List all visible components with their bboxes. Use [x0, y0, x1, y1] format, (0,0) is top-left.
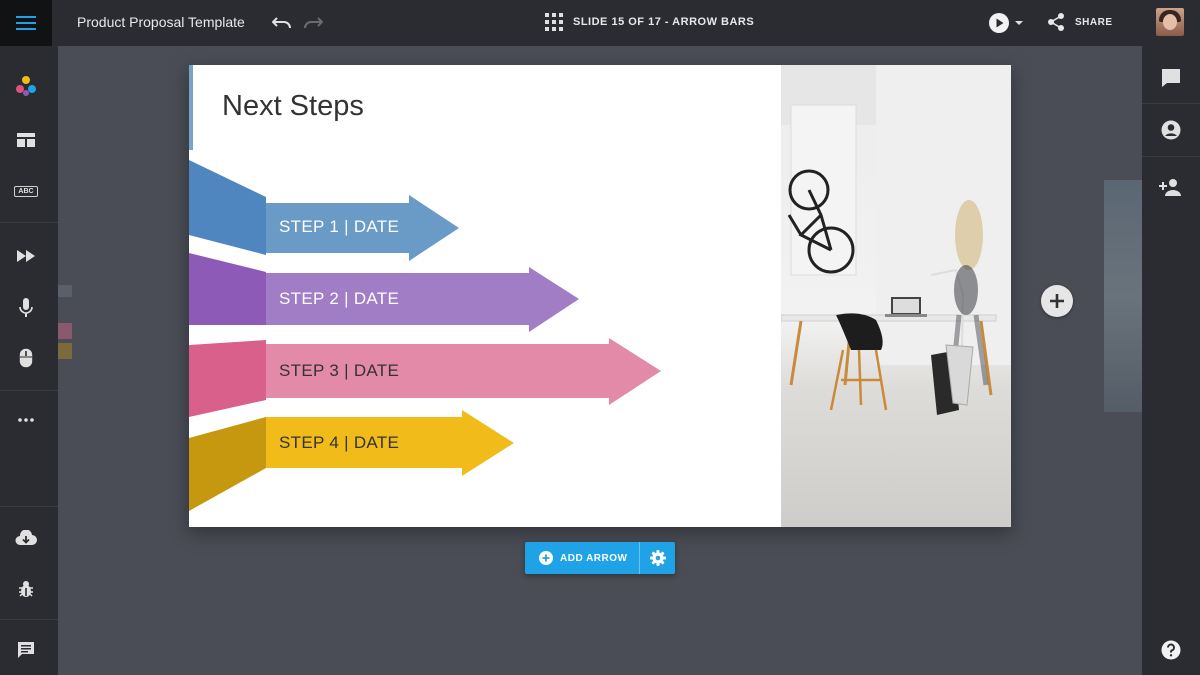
previous-slide-thumbnail[interactable] [58, 285, 72, 365]
undo-button[interactable] [271, 12, 293, 34]
text-button[interactable]: ABC [0, 171, 52, 211]
help-button[interactable] [1142, 624, 1200, 675]
right-sidebar [1142, 46, 1200, 675]
add-circle-icon [539, 551, 553, 565]
sidebar-divider [0, 506, 58, 507]
redo-icon [304, 17, 323, 29]
slide-canvas[interactable]: Next Steps STEP 1 | DATE STEP 2 | DATE S… [189, 65, 1011, 527]
play-icon [989, 13, 1009, 33]
help-icon [1161, 640, 1181, 660]
voice-button[interactable] [0, 288, 52, 328]
arrow-3-tail [189, 340, 266, 417]
redo-button[interactable] [302, 12, 324, 34]
chevron-down-icon [1015, 21, 1023, 25]
download-icon [15, 530, 37, 545]
bug-icon [19, 581, 33, 597]
settings-button[interactable] [639, 542, 675, 574]
top-bar: Product Proposal Template SLIDE 15 OF 17… [0, 0, 1200, 46]
menu-icon [16, 16, 36, 30]
undo-icon [272, 17, 291, 29]
more-button[interactable] [0, 400, 52, 440]
microphone-icon [19, 298, 33, 317]
next-slide-thumbnail[interactable] [1104, 180, 1142, 412]
user-avatar[interactable] [1156, 8, 1184, 36]
account-button[interactable] [1142, 104, 1200, 156]
arrow-bars-graphic [189, 160, 661, 511]
arrow-4-tail [189, 417, 266, 511]
add-arrow-label: ADD ARROW [560, 552, 628, 564]
arrow-2-label[interactable]: STEP 2 | DATE [279, 289, 399, 309]
arrow-4-label[interactable]: STEP 4 | DATE [279, 433, 399, 453]
sidebar-divider [1142, 156, 1200, 157]
plus-icon [1050, 294, 1064, 308]
text-icon: ABC [14, 185, 38, 197]
sidebar-divider [0, 619, 58, 620]
report-bug-button[interactable] [0, 569, 52, 609]
share-label: SHARE [1075, 16, 1113, 28]
theme-button[interactable] [0, 66, 52, 106]
arrow-1-label[interactable]: STEP 1 | DATE [279, 217, 399, 237]
palette-icon [16, 76, 36, 96]
add-user-icon [1159, 179, 1181, 196]
animation-button[interactable] [0, 236, 52, 276]
arrow-3-label[interactable]: STEP 3 | DATE [279, 361, 399, 381]
download-button[interactable] [0, 518, 52, 558]
interaction-button[interactable] [0, 338, 52, 378]
left-sidebar: ABC [0, 46, 58, 675]
slide-title[interactable]: Next Steps [222, 90, 364, 123]
comments-button[interactable] [1142, 52, 1200, 104]
arrow-1-tail [189, 160, 266, 255]
arrow-2-tail [189, 253, 266, 325]
layout-button[interactable] [0, 120, 52, 160]
office-photo-illustration [781, 65, 1011, 415]
share-icon [1048, 13, 1064, 31]
menu-button[interactable] [0, 0, 52, 46]
sidebar-divider [0, 390, 58, 391]
mouse-icon [19, 348, 33, 368]
feedback-button[interactable] [0, 630, 52, 670]
layout-icon [17, 133, 35, 147]
gear-icon [649, 550, 666, 566]
account-icon [1161, 120, 1181, 140]
feedback-icon [18, 642, 34, 658]
office-photo[interactable] [781, 65, 1011, 527]
animation-icon [17, 250, 35, 262]
sidebar-divider [0, 222, 58, 223]
share-button[interactable]: SHARE [1046, 12, 1113, 32]
smart-slide-toolbar: ADD ARROW [525, 542, 676, 574]
title-accent-bar [189, 65, 193, 150]
grid-icon [545, 13, 563, 31]
slide-navigator[interactable]: SLIDE 15 OF 17 - ARROW BARS [545, 13, 754, 31]
invite-button[interactable] [1142, 161, 1200, 213]
more-icon [18, 418, 34, 422]
comment-icon [1162, 69, 1180, 87]
slide-indicator-text: SLIDE 15 OF 17 - ARROW BARS [573, 16, 755, 28]
document-title[interactable]: Product Proposal Template [77, 14, 245, 30]
add-slide-button[interactable] [1041, 285, 1073, 317]
present-button[interactable] [986, 12, 1026, 34]
add-arrow-button[interactable]: ADD ARROW [525, 542, 639, 574]
